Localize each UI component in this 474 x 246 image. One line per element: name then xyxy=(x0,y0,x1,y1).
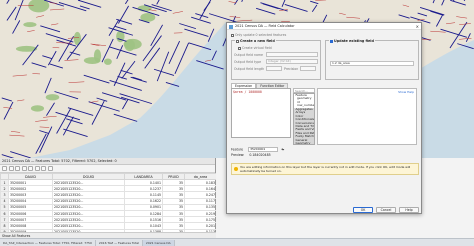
feature-label: Feature xyxy=(231,147,244,152)
park-area xyxy=(83,57,101,64)
function-help-panel: Show Help xyxy=(317,88,417,145)
create-new-field-group: Create a new field Create virtual field … xyxy=(231,39,321,80)
precision-label: Precision xyxy=(284,67,299,71)
existing-field-select[interactable]: 1.2 da_area xyxy=(330,61,414,66)
attribute-table-toolbar xyxy=(0,165,215,173)
function-list[interactable]: Feature geometry id row_number Aggregates Arr… xyxy=(293,93,315,145)
add-feature-icon[interactable] xyxy=(21,166,27,171)
delete-feature-icon[interactable] xyxy=(28,166,33,171)
park-area xyxy=(103,58,112,65)
help-button[interactable]: Help xyxy=(399,207,419,213)
function-search-input[interactable]: Search... xyxy=(293,88,315,93)
create-virtual-checkbox[interactable]: Create virtual field xyxy=(238,46,272,50)
attribute-table-panel: 2021 Census DA — Features Total: 5702, F… xyxy=(0,158,217,242)
park-area xyxy=(30,105,45,112)
dialog-title: 2021 Census DA — Field Calculator xyxy=(235,24,295,28)
update-existing-label: Update existing field xyxy=(334,39,374,43)
field-calculator-dialog: 2021 Census DA — Field Calculator × Only… xyxy=(226,22,422,214)
only-selected-check-icon[interactable] xyxy=(231,33,234,37)
select-by-expression-icon[interactable] xyxy=(34,166,40,171)
ok-button[interactable]: OK xyxy=(353,207,373,213)
preview-row: Preview: 0.184020485 xyxy=(231,153,271,157)
only-selected-checkbox[interactable]: Only update 0 selected features xyxy=(231,33,286,37)
output-length-label: Output field length xyxy=(234,67,265,71)
create-new-label: Create a new field xyxy=(240,39,275,43)
create-virtual-label: Create virtual field xyxy=(242,46,272,50)
show-help-link[interactable]: Show Help xyxy=(398,90,414,94)
window-taskbar: DA_TAZ_Intersection — Features Total: 77… xyxy=(0,238,474,246)
park-area xyxy=(123,38,142,50)
warning-icon xyxy=(234,167,238,171)
qgis-window: 2021 Census DA — Features Total: 5702, F… xyxy=(0,0,474,246)
park-area xyxy=(23,22,37,28)
filter-icon[interactable] xyxy=(41,166,46,171)
precision-field[interactable] xyxy=(300,66,316,71)
expression-editor[interactable]: $area / 1000000 xyxy=(231,88,291,138)
calculator-icon xyxy=(229,24,233,29)
taskbar-item[interactable]: 2016 TAZ — Features Total xyxy=(96,239,143,246)
only-selected-label: Only update 0 selected features xyxy=(235,33,287,37)
feature-row: Feature 35200001 ◂▸ xyxy=(231,147,284,152)
update-existing-field-group: Update existing field 1.2 da_area xyxy=(325,39,419,80)
preview-value: 0.184020485 xyxy=(249,153,271,157)
output-type-label: Output field type xyxy=(234,60,262,64)
taskbar-item[interactable]: 2021 Census DA xyxy=(142,239,175,246)
reload-icon[interactable] xyxy=(15,166,20,171)
show-features-dropdown[interactable]: Show All Features xyxy=(2,234,30,238)
virtual-check-icon[interactable] xyxy=(238,46,241,50)
create-new-check-icon[interactable] xyxy=(236,39,239,43)
attribute-table-title: 2021 Census DA — Features Total: 5702, F… xyxy=(0,158,215,165)
preview-label: Preview: xyxy=(231,153,245,157)
create-new-field-toggle[interactable]: Create a new field xyxy=(235,39,276,43)
update-existing-toggle[interactable]: Update existing field xyxy=(329,39,375,43)
output-name-field[interactable] xyxy=(266,52,318,57)
update-existing-check-icon[interactable] xyxy=(330,39,333,43)
close-icon[interactable]: × xyxy=(416,23,419,30)
output-name-label: Output field name xyxy=(234,53,264,57)
function-group-item[interactable]: Geometry xyxy=(294,141,314,144)
save-edits-icon[interactable] xyxy=(8,166,14,171)
cancel-button[interactable]: Cancel xyxy=(376,207,396,213)
field-calculator-icon[interactable] xyxy=(47,166,53,171)
taskbar-item[interactable]: DA_TAZ_Intersection — Features Total: 77… xyxy=(0,239,96,246)
toggle-edit-icon[interactable] xyxy=(2,166,7,171)
output-length-field[interactable] xyxy=(266,66,282,71)
dialog-title-bar: 2021 Census DA — Field Calculator × xyxy=(227,23,421,30)
output-type-select[interactable]: Integer (32 bit) xyxy=(266,59,318,64)
park-area xyxy=(45,94,60,101)
expression-text: $area / 1000000 xyxy=(233,90,262,94)
edit-mode-warning: You are editing information on this laye… xyxy=(231,163,419,175)
feature-select[interactable]: 35200001 xyxy=(248,147,279,152)
warning-text: You are editing information on this laye… xyxy=(240,165,411,173)
next-feature-icon[interactable]: ▸ xyxy=(283,147,285,151)
